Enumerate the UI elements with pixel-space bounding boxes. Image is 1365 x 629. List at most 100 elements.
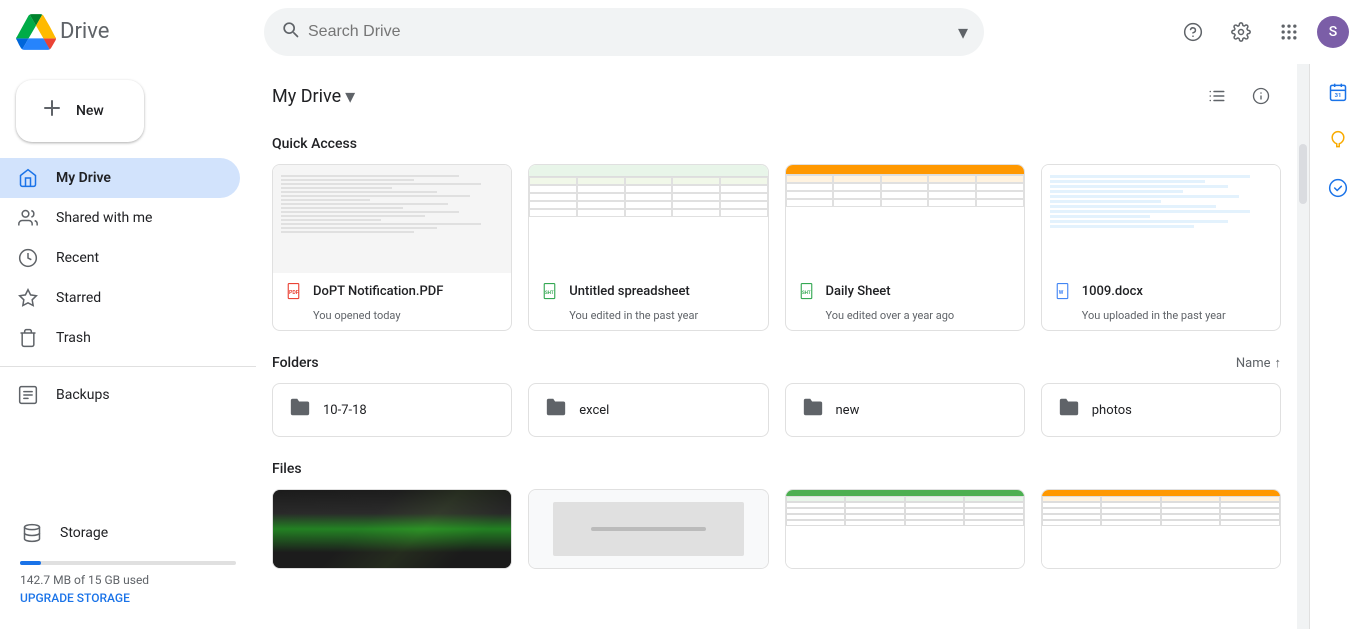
- new-button[interactable]: New: [16, 80, 144, 142]
- sidebar-item-label: My Drive: [56, 170, 111, 186]
- main-layout: New My Drive Shared with me Recent: [0, 64, 1365, 629]
- qa-info-2: SHT Untitled spreadsheet: [529, 273, 767, 309]
- folder-icon: [1058, 396, 1080, 424]
- upgrade-link[interactable]: UPGRADE STORAGE: [20, 591, 236, 605]
- qa-card-3[interactable]: SHT Daily Sheet You edited over a year a…: [785, 164, 1025, 331]
- avatar[interactable]: S: [1317, 16, 1349, 48]
- qa-card-1[interactable]: PDF DoPT Notification.PDF You opened tod…: [272, 164, 512, 331]
- scrollbar-area[interactable]: [1297, 64, 1309, 629]
- drive-logo-icon: [16, 12, 56, 52]
- qa-subtext-2: You edited in the past year: [529, 309, 767, 330]
- search-dropdown-icon[interactable]: ▾: [958, 20, 968, 44]
- folder-icon: [545, 396, 567, 424]
- right-panel: My Drive ▾ Quick Access: [256, 64, 1297, 629]
- qa-info-3: SHT Daily Sheet: [786, 273, 1024, 309]
- calendar-button[interactable]: 31: [1318, 72, 1358, 112]
- qa-thumb-1: [273, 165, 511, 273]
- folder-name-3: photos: [1092, 403, 1132, 418]
- files-title: Files: [272, 461, 1281, 477]
- qa-filename-3: Daily Sheet: [826, 284, 1012, 299]
- svg-text:31: 31: [1334, 93, 1341, 99]
- folder-card-0[interactable]: 10-7-18: [272, 383, 512, 437]
- folders-header: Folders Name ↑: [272, 355, 1281, 371]
- new-plus-icon: [40, 96, 64, 126]
- storage-label: Storage: [60, 525, 108, 541]
- topbar: Drive ▾ S: [0, 0, 1365, 64]
- file-card-2[interactable]: [785, 489, 1025, 569]
- qa-file-icon-4: W: [1054, 281, 1074, 301]
- logo-area: Drive: [16, 12, 256, 52]
- sidebar-item-label: Recent: [56, 250, 99, 266]
- qa-file-icon-2: SHT: [541, 281, 561, 301]
- qa-filename-4: 1009.docx: [1082, 284, 1268, 299]
- search-bar[interactable]: ▾: [264, 8, 984, 56]
- storage-bar-fill: [20, 561, 41, 565]
- storage-bar-background: [20, 561, 236, 565]
- sidebar-item-backups[interactable]: Backups: [0, 375, 240, 415]
- sidebar-item-starred[interactable]: Starred: [0, 278, 240, 318]
- file-thumb-2: [786, 490, 1024, 568]
- files-grid: [272, 489, 1281, 569]
- drive-header: My Drive ▾: [272, 64, 1281, 128]
- settings-button[interactable]: [1221, 12, 1261, 52]
- help-button[interactable]: [1173, 12, 1213, 52]
- starred-icon: [16, 288, 40, 308]
- topbar-right: S: [1173, 12, 1349, 52]
- sidebar-item-my-drive[interactable]: My Drive: [0, 158, 240, 198]
- qa-info-1: PDF DoPT Notification.PDF: [273, 273, 511, 309]
- qa-filename-1: DoPT Notification.PDF: [313, 284, 499, 299]
- search-icon: [280, 19, 300, 44]
- folder-icon: [802, 396, 824, 424]
- qa-subtext-3: You edited over a year ago: [786, 309, 1024, 330]
- folders-title: Folders: [272, 355, 319, 371]
- svg-text:SHT: SHT: [802, 290, 811, 296]
- qa-card-4[interactable]: W 1009.docx You uploaded in the past yea…: [1041, 164, 1281, 331]
- apps-button[interactable]: [1269, 12, 1309, 52]
- storage-section: Storage 142.7 MB of 15 GB used UPGRADE S…: [0, 497, 256, 621]
- file-thumb-1: [529, 490, 767, 568]
- recent-icon: [16, 248, 40, 268]
- qa-subtext-4: You uploaded in the past year: [1042, 309, 1280, 330]
- qa-file-icon-3: SHT: [798, 281, 818, 301]
- sidebar-item-label: Backups: [56, 387, 110, 403]
- backups-icon: [16, 385, 40, 405]
- storage-used-text: 142.7 MB of 15 GB used: [20, 573, 236, 587]
- drive-title-chevron[interactable]: ▾: [345, 84, 355, 108]
- file-card-0[interactable]: [272, 489, 512, 569]
- sidebar-divider: [0, 366, 256, 367]
- folders-grid: 10-7-18 excel new photos: [272, 383, 1281, 437]
- sort-label: Name: [1236, 356, 1271, 371]
- keep-button[interactable]: [1318, 120, 1358, 160]
- search-input[interactable]: [308, 23, 950, 41]
- folder-card-2[interactable]: new: [785, 383, 1025, 437]
- folder-name-0: 10-7-18: [323, 403, 367, 418]
- file-thumb-0: [273, 490, 511, 568]
- qa-info-4: W 1009.docx: [1042, 273, 1280, 309]
- sidebar-item-shared[interactable]: Shared with me: [0, 198, 240, 238]
- drive-title: My Drive ▾: [272, 84, 355, 108]
- storage-item[interactable]: Storage: [20, 513, 236, 553]
- info-button[interactable]: [1241, 76, 1281, 116]
- folder-card-1[interactable]: excel: [528, 383, 768, 437]
- file-card-1[interactable]: [528, 489, 768, 569]
- qa-filename-2: Untitled spreadsheet: [569, 284, 755, 299]
- sort-arrow-icon: ↑: [1275, 355, 1282, 371]
- qa-file-icon-1: PDF: [285, 281, 305, 301]
- folder-card-3[interactable]: photos: [1041, 383, 1281, 437]
- sidebar-item-recent[interactable]: Recent: [0, 238, 240, 278]
- sort-button[interactable]: Name ↑: [1236, 355, 1281, 371]
- trash-icon: [16, 328, 40, 348]
- sidebar-item-trash[interactable]: Trash: [0, 318, 240, 358]
- quick-access-title: Quick Access: [272, 128, 1281, 164]
- file-card-3[interactable]: [1041, 489, 1281, 569]
- app-name: Drive: [60, 19, 109, 44]
- sidebar-item-label: Trash: [56, 330, 91, 346]
- folder-icon: [289, 396, 311, 424]
- qa-thumb-3: [786, 165, 1024, 273]
- qa-thumb-2: [529, 165, 767, 273]
- quick-access-grid: PDF DoPT Notification.PDF You opened tod…: [272, 164, 1281, 331]
- tasks-button[interactable]: [1318, 168, 1358, 208]
- list-view-button[interactable]: [1197, 76, 1237, 116]
- qa-card-2[interactable]: SHT Untitled spreadsheet You edited in t…: [528, 164, 768, 331]
- qa-subtext-1: You opened today: [273, 309, 511, 330]
